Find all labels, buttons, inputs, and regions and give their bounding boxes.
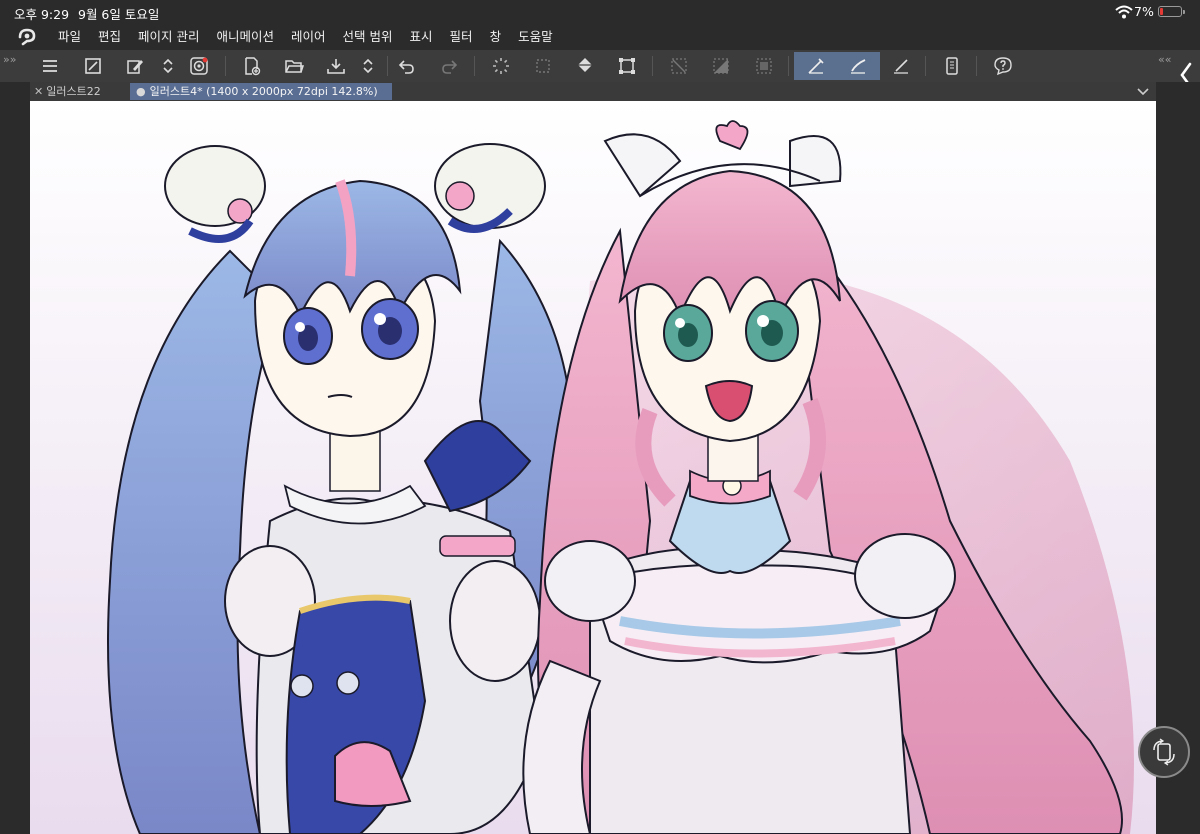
tab-label: 일러스트4* (1400 x 2000px 72dpi 142.8%) bbox=[149, 85, 378, 98]
menu-icon bbox=[43, 60, 57, 72]
help-button[interactable] bbox=[991, 54, 1015, 78]
edit-pen-icon bbox=[127, 60, 143, 74]
spinner-button bbox=[489, 54, 513, 78]
transform-icon bbox=[619, 58, 635, 74]
menu-bar: 파일 편집 페이지 관리 애니메이션 레이어 선택 범위 표시 필터 창 도움말 bbox=[0, 24, 1200, 50]
fit-to-screen-button[interactable] bbox=[81, 54, 105, 78]
invert-selection-button[interactable] bbox=[709, 54, 733, 78]
right-panel bbox=[1156, 82, 1200, 834]
tab-illustration-22[interactable]: ✕ 일러스트22 bbox=[30, 83, 132, 100]
drawing-canvas[interactable] bbox=[30, 101, 1156, 834]
redo-button[interactable] bbox=[438, 54, 462, 78]
selection-dots-icon bbox=[536, 59, 550, 73]
menu-file[interactable]: 파일 bbox=[58, 24, 81, 50]
menu-layer[interactable]: 레이어 bbox=[291, 24, 326, 50]
tab-illustration-4[interactable]: ● 일러스트4* (1400 x 2000px 72dpi 142.8%) bbox=[130, 83, 392, 100]
up-down-icon bbox=[363, 58, 373, 74]
deselect-icon bbox=[671, 58, 687, 74]
status-time: 오후 9:29 bbox=[14, 7, 70, 22]
menu-animation[interactable]: 애니메이션 bbox=[217, 24, 275, 50]
brush-stroke-icon bbox=[851, 59, 866, 74]
transform-button[interactable] bbox=[615, 54, 639, 78]
spiral-icon bbox=[190, 57, 208, 75]
menu-help[interactable]: 도움말 bbox=[518, 24, 553, 50]
app-logo-icon[interactable] bbox=[16, 27, 38, 47]
line-tool-button[interactable] bbox=[889, 54, 913, 78]
expand-right-icon[interactable]: «« bbox=[1158, 53, 1171, 66]
new-button[interactable] bbox=[240, 54, 264, 78]
battery-icon bbox=[1158, 6, 1185, 17]
status-date: 9월 6일 토요일 bbox=[78, 7, 160, 22]
scroll-up-down-button[interactable] bbox=[156, 54, 180, 78]
chevron-down-icon[interactable] bbox=[1136, 84, 1150, 98]
tab-label: 일러스트22 bbox=[46, 85, 101, 98]
menu-button[interactable] bbox=[38, 54, 62, 78]
rotate-device-icon bbox=[1153, 738, 1175, 766]
fill-bucket-icon bbox=[578, 58, 592, 72]
device-button[interactable] bbox=[940, 54, 964, 78]
fill-button[interactable] bbox=[573, 54, 597, 78]
status-bar: 오후 9:29 9월 6일 토요일 7% bbox=[0, 0, 1200, 24]
menu-edit[interactable]: 편집 bbox=[98, 24, 121, 50]
open-folder-icon bbox=[285, 60, 304, 73]
save-icon bbox=[327, 59, 345, 74]
select-all-icon bbox=[756, 58, 772, 74]
undo-button[interactable] bbox=[394, 54, 418, 78]
menu-window[interactable]: 창 bbox=[490, 24, 502, 50]
menu-page-management[interactable]: 페이지 관리 bbox=[138, 24, 199, 50]
menu-selection[interactable]: 선택 범위 bbox=[343, 24, 393, 50]
menu-list: 파일 편집 페이지 관리 애니메이션 레이어 선택 범위 표시 필터 창 도움말 bbox=[58, 24, 570, 50]
undo-icon bbox=[398, 60, 414, 74]
help-icon bbox=[994, 57, 1012, 76]
selection-mode-button[interactable] bbox=[531, 54, 555, 78]
fit-to-screen-icon bbox=[85, 58, 101, 74]
save-button[interactable] bbox=[324, 54, 348, 78]
menu-view[interactable]: 표시 bbox=[410, 24, 433, 50]
open-button[interactable] bbox=[282, 54, 306, 78]
up-down-icon bbox=[163, 58, 173, 74]
edit-pen-button[interactable] bbox=[123, 54, 147, 78]
unsaved-dot-icon: ● bbox=[136, 85, 146, 98]
document-tabs: ✕ 일러스트22 ● 일러스트4* (1400 x 2000px 72dpi 142… bbox=[30, 82, 1156, 101]
deselect-button[interactable] bbox=[667, 54, 691, 78]
expand-left-icon[interactable]: »» bbox=[3, 53, 16, 66]
pen-tool-button[interactable] bbox=[804, 54, 828, 78]
menu-filter[interactable]: 필터 bbox=[450, 24, 473, 50]
invert-selection-icon bbox=[713, 58, 729, 74]
loading-spinner-icon bbox=[493, 58, 509, 74]
battery-percent: 7% bbox=[1134, 4, 1154, 19]
redo-icon bbox=[442, 60, 458, 74]
pen-stroke-icon bbox=[808, 58, 824, 74]
select-all-button[interactable] bbox=[752, 54, 776, 78]
close-tab-icon[interactable]: ✕ bbox=[34, 85, 43, 98]
save-options-button[interactable] bbox=[356, 54, 380, 78]
rotate-canvas-button[interactable] bbox=[1138, 726, 1190, 778]
companion-button[interactable] bbox=[187, 54, 211, 78]
line-stroke-icon bbox=[894, 59, 908, 74]
device-icon bbox=[946, 57, 958, 75]
new-page-icon bbox=[245, 57, 261, 76]
artwork-illustration bbox=[30, 101, 1156, 834]
command-bar: »» «« bbox=[0, 50, 1200, 82]
wifi-icon bbox=[1115, 5, 1133, 19]
brush-tool-button[interactable] bbox=[846, 54, 870, 78]
left-panel bbox=[0, 82, 30, 834]
